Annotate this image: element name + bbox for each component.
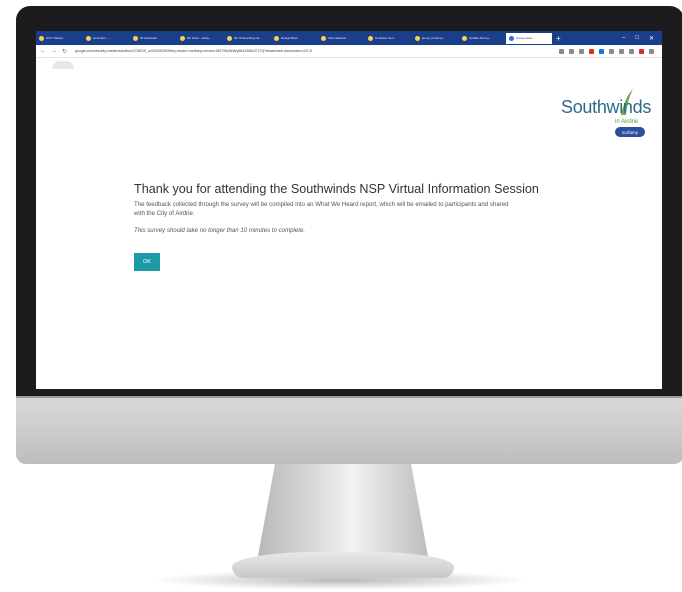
browser-tab[interactable]: Update Survey... [459,33,505,44]
monitor-stand-base [232,552,454,578]
logo-subtitle: in Airdrie [615,119,639,125]
extension-icon[interactable] [599,48,604,54]
tab-favicon-icon [39,35,44,41]
browser-tab[interactable]: ICTY Networ... [36,33,82,44]
browser-tab[interactable]: Design Brief... [271,33,317,44]
browser-tab[interactable]: HF Onboarding Ca... [224,33,270,44]
tab-favicon-icon [415,35,420,41]
page-title: Thank you for attending the Southwinds N… [134,182,539,196]
extension-toolbar [559,48,662,54]
back-arrow-icon[interactable]: ← [40,48,47,54]
extension-icon[interactable] [579,48,584,54]
monitor-chin [16,396,682,464]
new-tab-button[interactable]: + [556,34,566,43]
browser-tab[interactable]: HF Inbox - kathy... [177,33,223,44]
browser-tab[interactable]: jamey (4 items)... [412,33,458,44]
monitor-chin-divider [16,396,682,398]
page-avatar [52,61,74,69]
extension-icon[interactable] [589,48,594,54]
tab-favicon-icon [274,35,279,41]
extension-icon[interactable] [619,48,624,54]
tab-favicon-icon [462,35,467,41]
tab-favicon-icon [86,35,91,41]
browser-tab[interactable]: SI Facebook [130,33,176,44]
forward-arrow-icon[interactable]: → [51,48,58,54]
extension-icon[interactable] [559,48,564,54]
browser-tab[interactable]: Informational... [318,33,364,44]
window-controls: – □ ✕ [622,35,662,42]
profile-avatar-icon[interactable] [639,48,644,54]
browser-tab-bar: ICTY Networ... work item - ... SI Facebo… [36,31,662,45]
ok-button[interactable]: OK [134,253,160,271]
southwinds-logo: Southwinds in Airdrie surfamy [561,89,655,149]
minimize-icon[interactable]: – [622,35,625,42]
extension-icon[interactable] [609,48,614,54]
tab-favicon-icon [133,35,138,41]
duration-note: This survey should take no longer than 1… [134,227,306,234]
tab-favicon-icon [321,35,326,41]
browser-address-bar: ← → ↻ google.com/security-reader/sandbox… [36,45,662,58]
monitor-screen: ICTY Networ... work item - ... SI Facebo… [36,31,662,389]
close-icon[interactable]: ✕ [649,35,654,42]
browser-tab[interactable]: Continue Your... [365,33,411,44]
extension-icon[interactable] [629,48,634,54]
menu-dots-icon[interactable] [649,48,654,54]
extension-icon[interactable] [569,48,574,54]
url-field[interactable]: google.com/security-reader/sandbox/1C5ED… [75,49,545,53]
monitor-stand-neck [258,464,428,556]
intro-text: The feedback collected through the surve… [134,201,509,217]
tab-favicon-icon [180,35,185,41]
browser-tab[interactable]: work item - ... [83,33,129,44]
tab-favicon-icon [368,35,373,41]
reload-icon[interactable]: ↻ [62,48,69,55]
tab-favicon-icon [509,35,514,41]
browser-tab-active[interactable]: survey sess... [506,32,552,44]
tab-favicon-icon [227,35,232,41]
logo-badge: surfamy [615,127,645,137]
maximize-icon[interactable]: □ [635,35,639,42]
logo-wordmark: Southwinds [561,97,652,117]
